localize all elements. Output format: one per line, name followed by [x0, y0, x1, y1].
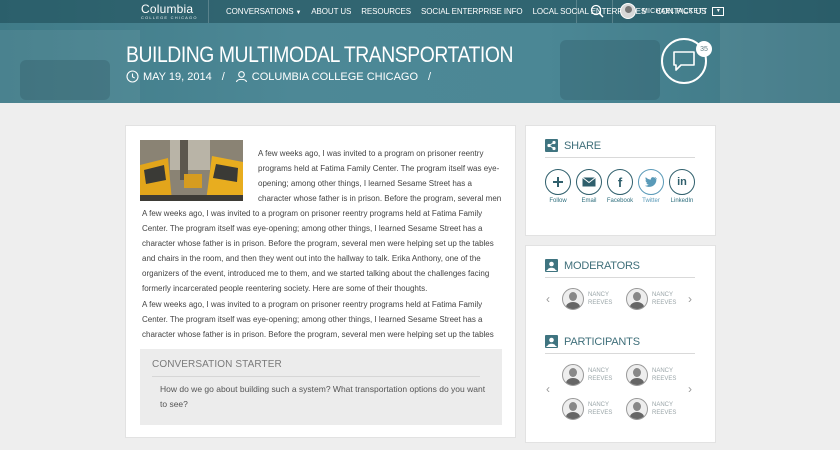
meta-separator: / [428, 70, 432, 83]
share-panel: SHARE Follow Email f Facebook Twitter in… [525, 125, 716, 236]
facebook-button[interactable]: f [607, 169, 633, 195]
share-title: SHARE [564, 139, 601, 152]
linkedin-icon: in [677, 176, 687, 188]
username: MICHAEL PICKETT [642, 7, 708, 15]
share-heading: SHARE [545, 139, 601, 152]
starter-text: How do we go about building such a syste… [160, 384, 486, 409]
moderators-title: MODERATORS [564, 259, 640, 272]
person-name: NANCY REEVES [652, 292, 677, 306]
avatar [626, 364, 648, 386]
group-icon [545, 335, 558, 348]
person-name: NANCY REEVES [588, 292, 613, 306]
comment-icon [673, 51, 695, 71]
chevron-left-icon[interactable]: ‹ [546, 292, 550, 306]
nav-divider [576, 0, 577, 23]
search-icon[interactable] [590, 4, 604, 18]
share-label: Facebook [606, 198, 634, 204]
article-image [140, 140, 243, 201]
twitter-icon [644, 177, 657, 187]
menu-resources[interactable]: RESOURCES [361, 7, 411, 16]
clock-icon [126, 70, 139, 83]
avatar [562, 288, 584, 310]
page-title: BUILDING MULTIMODAL TRANSPORTATION [126, 42, 513, 67]
divider [152, 376, 480, 377]
share-label: Email [581, 198, 597, 204]
comment-count-badge: 35 [696, 41, 712, 57]
participant-item[interactable]: NANCY REEVES [626, 398, 676, 420]
avatar [620, 3, 636, 19]
follow-button[interactable] [545, 169, 571, 195]
facebook-icon: f [617, 174, 623, 190]
conversation-starter: CONVERSATION STARTER How do we go about … [140, 349, 502, 425]
avatar [562, 398, 584, 420]
post-meta: MAY 19, 2014 / COLUMBIA COLLEGE CHICAGO … [126, 70, 441, 83]
hero-bg-shape [720, 23, 840, 103]
menu-label: CONVERSATIONS [226, 7, 294, 16]
post-author[interactable]: COLUMBIA COLLEGE CHICAGO [252, 71, 418, 83]
person-name: NANCY REEVES [588, 368, 613, 382]
person-name: NANCY REEVES [652, 368, 677, 382]
share-label: Follow [549, 198, 567, 204]
nav-divider [208, 0, 209, 23]
chevron-right-icon[interactable]: › [688, 382, 692, 396]
person-name: NANCY REEVES [588, 402, 613, 416]
meta-separator: / [221, 70, 225, 83]
divider [545, 157, 695, 158]
linkedin-button[interactable]: in [669, 169, 695, 195]
caret-down-icon: ▼ [295, 10, 302, 16]
person-name: NANCY REEVES [652, 402, 677, 416]
email-icon [582, 177, 596, 187]
menu-social-enterprise-info[interactable]: SOCIAL ENTERPRISE INFO [421, 7, 523, 16]
hero-banner: Columbia COLLEGE CHICAGO CONVERSATIONS ▼ … [0, 0, 840, 103]
article-paragraph: A few weeks ago, I was invited to a prog… [142, 300, 494, 339]
plus-icon [553, 177, 563, 187]
chevron-left-icon[interactable]: ‹ [546, 382, 550, 396]
hero-bg-shape [560, 40, 660, 100]
article-paragraph: A few weeks ago, I was invited to a prog… [142, 209, 494, 293]
starter-title: CONVERSATION STARTER [152, 359, 282, 370]
participant-item[interactable]: NANCY REEVES [562, 364, 612, 386]
site-logo[interactable]: Columbia COLLEGE CHICAGO [141, 3, 198, 20]
user-icon [235, 71, 247, 83]
chevron-right-icon[interactable]: › [688, 292, 692, 306]
article-card: A few weeks ago, I was invited to a prog… [125, 125, 516, 438]
group-icon [545, 259, 558, 272]
participant-item[interactable]: NANCY REEVES [626, 364, 676, 386]
divider [545, 277, 695, 278]
participants-title: PARTICIPANTS [564, 335, 640, 348]
twitter-button[interactable] [638, 169, 664, 195]
logo-sub: COLLEGE CHICAGO [141, 15, 198, 20]
user-menu[interactable]: MICHAEL PICKETT ▼ [620, 3, 725, 19]
nav-divider [612, 0, 613, 23]
top-nav: Columbia COLLEGE CHICAGO CONVERSATIONS ▼ … [0, 0, 840, 23]
moderator-item[interactable]: NANCY REEVES [562, 288, 612, 310]
participants-heading: PARTICIPANTS [545, 335, 640, 348]
share-label: Twitter [642, 198, 660, 204]
article-paragraph: A few weeks ago, I was invited to a prog… [258, 149, 502, 203]
people-panel: MODERATORS ‹ NANCY REEVES NANCY REEVES › P… [525, 245, 716, 443]
share-label: LinkedIn [670, 198, 694, 204]
avatar [626, 288, 648, 310]
divider [545, 353, 695, 354]
chevron-down-icon[interactable]: ▼ [712, 6, 725, 16]
participant-item[interactable]: NANCY REEVES [562, 398, 612, 420]
menu-conversations[interactable]: CONVERSATIONS ▼ [226, 7, 301, 16]
moderators-heading: MODERATORS [545, 259, 640, 272]
hero-bg-shape [20, 60, 110, 100]
share-icon [545, 139, 558, 152]
email-button[interactable] [576, 169, 602, 195]
avatar [626, 398, 648, 420]
post-date: MAY 19, 2014 [143, 70, 212, 83]
avatar [562, 364, 584, 386]
menu-about[interactable]: ABOUT US [311, 7, 351, 16]
moderator-item[interactable]: NANCY REEVES [626, 288, 676, 310]
logo-name: Columbia [141, 2, 194, 16]
